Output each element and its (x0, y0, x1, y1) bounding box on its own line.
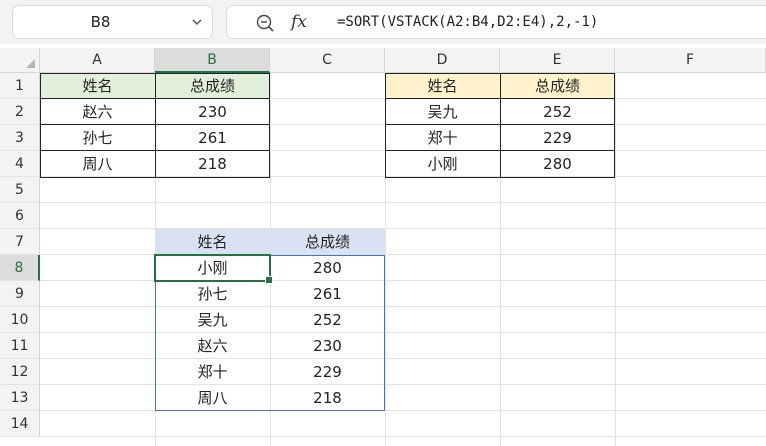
select-all-icon (26, 59, 35, 68)
result-cell[interactable]: 赵六 (155, 333, 270, 359)
column-header-c[interactable]: C (270, 48, 385, 73)
table2-cell[interactable]: 小刚 (385, 151, 500, 177)
table2-header-score[interactable]: 总成绩 (500, 73, 615, 99)
table2-cell[interactable]: 229 (500, 125, 615, 151)
column-header-e[interactable]: E (500, 48, 615, 73)
row-header-3[interactable]: 3 (0, 125, 40, 151)
row-header-5[interactable]: 5 (0, 177, 40, 203)
row-header-4[interactable]: 4 (0, 151, 40, 177)
row-header-11[interactable]: 11 (0, 333, 40, 359)
row-header-13[interactable]: 13 (0, 385, 40, 411)
table2-cell[interactable]: 252 (500, 99, 615, 125)
column-header-d[interactable]: D (385, 48, 500, 73)
table1-cell[interactable]: 赵六 (40, 99, 155, 125)
result-cell[interactable]: 280 (270, 255, 385, 281)
formula-bar: B8 fx =SORT(VSTACK(A2:B4,D2:E4),2,-1) (0, 0, 766, 44)
table1-cell[interactable]: 218 (155, 151, 270, 177)
table2-header-name[interactable]: 姓名 (385, 73, 500, 99)
table1-cell[interactable]: 230 (155, 99, 270, 125)
formula-text[interactable]: =SORT(VSTACK(A2:B4,D2:E4),2,-1) (337, 6, 598, 38)
row-header-6[interactable]: 6 (0, 203, 40, 229)
result-cell[interactable]: 230 (270, 333, 385, 359)
row-header-14[interactable]: 14 (0, 411, 40, 437)
table1-cell[interactable]: 孙七 (40, 125, 155, 151)
table2-cell[interactable]: 280 (500, 151, 615, 177)
column-header-b[interactable]: B (155, 48, 270, 73)
result-cell[interactable]: 小刚 (155, 255, 270, 281)
row-header-9[interactable]: 9 (0, 281, 40, 307)
name-box[interactable]: B8 (12, 5, 213, 39)
result-cell[interactable]: 郑十 (155, 359, 270, 385)
result-cell[interactable]: 261 (270, 281, 385, 307)
result-cell[interactable]: 孙七 (155, 281, 270, 307)
result-cell[interactable]: 252 (270, 307, 385, 333)
column-header-a[interactable]: A (40, 48, 155, 73)
column-header-f[interactable]: F (615, 48, 766, 73)
row-header-10[interactable]: 10 (0, 307, 40, 333)
formula-input[interactable]: fx =SORT(VSTACK(A2:B4,D2:E4),2,-1) (226, 5, 766, 39)
row-header-2[interactable]: 2 (0, 99, 40, 125)
table1-header-name[interactable]: 姓名 (40, 73, 155, 99)
table2-cell[interactable]: 郑十 (385, 125, 500, 151)
table2-cell[interactable]: 吴九 (385, 99, 500, 125)
row-header-7[interactable]: 7 (0, 229, 40, 255)
table1-cell[interactable]: 261 (155, 125, 270, 151)
result-cell[interactable]: 周八 (155, 385, 270, 411)
table1-header-score[interactable]: 总成绩 (155, 73, 270, 99)
row-header-1[interactable]: 1 (0, 73, 40, 99)
result-header-name[interactable]: 姓名 (155, 229, 270, 255)
chevron-down-icon[interactable] (190, 15, 204, 29)
fx-icon[interactable]: fx (291, 10, 307, 34)
result-cell[interactable]: 218 (270, 385, 385, 411)
result-header-score[interactable]: 总成绩 (270, 229, 385, 255)
select-all-corner[interactable] (0, 48, 40, 73)
result-cell[interactable]: 229 (270, 359, 385, 385)
name-box-value[interactable]: B8 (13, 6, 188, 38)
table1-cell[interactable]: 周八 (40, 151, 155, 177)
row-header-8[interactable]: 8 (0, 255, 40, 281)
row-header-12[interactable]: 12 (0, 359, 40, 385)
result-cell[interactable]: 吴九 (155, 307, 270, 333)
zoom-icon[interactable] (255, 13, 275, 33)
